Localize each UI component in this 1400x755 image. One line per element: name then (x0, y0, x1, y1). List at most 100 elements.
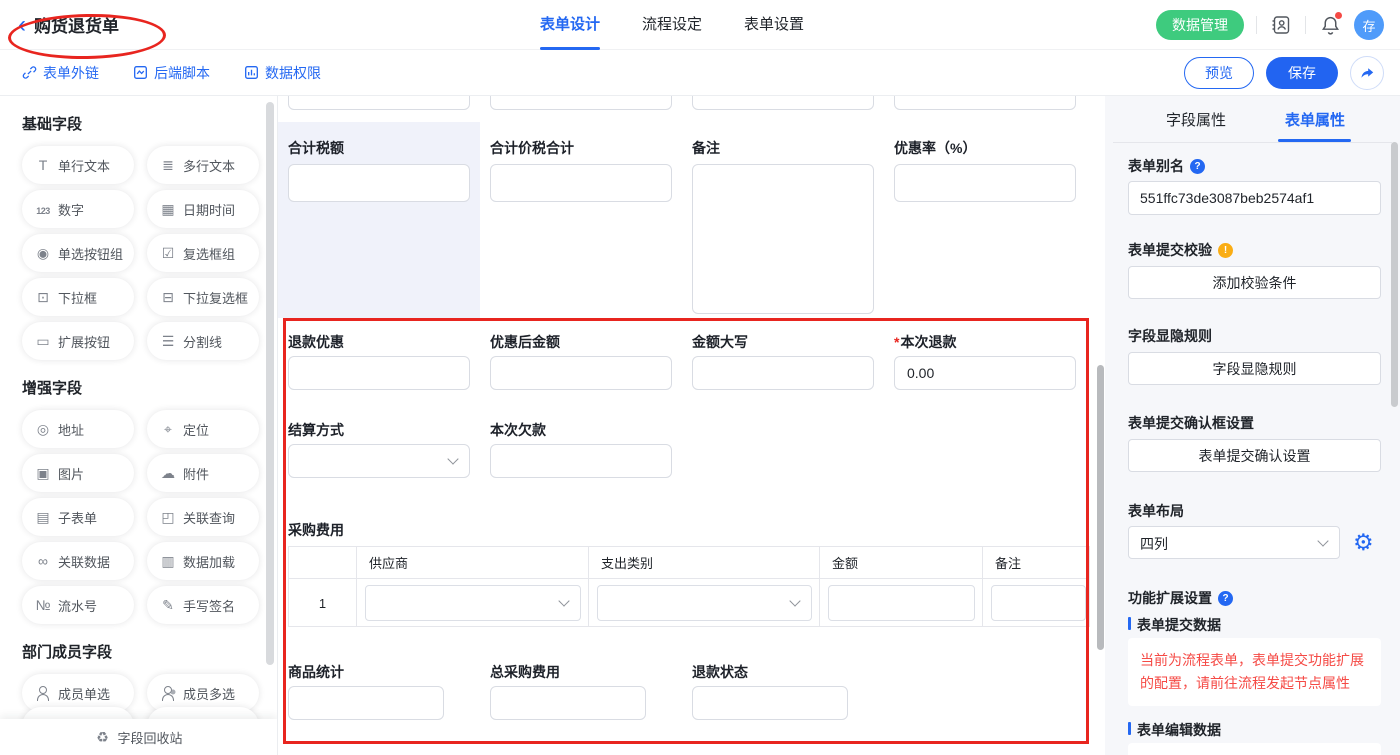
bell-icon[interactable] (1318, 13, 1342, 37)
gear-icon[interactable]: ⚙ (1353, 531, 1374, 554)
field-label-amount-after-discount: 优惠后金额 (490, 332, 560, 352)
canvas-scrollbar[interactable] (1097, 365, 1104, 650)
chevron-down-icon (1317, 535, 1328, 546)
sidebar-item-extend-button[interactable]: 扩展按钮 (22, 322, 134, 360)
select-expense-type[interactable] (597, 585, 812, 621)
extension-settings-label: 功能扩展设置 ? (1128, 588, 1233, 608)
sidebar-item-signature[interactable]: 手写签名 (147, 586, 259, 624)
sidebar-item-number[interactable]: 数字 (22, 190, 134, 228)
subtable-header-remark: 备注 (983, 547, 1089, 579)
section-title-basic: 基础字段 (22, 113, 257, 134)
field-recycle-bin[interactable]: 字段回收站 (0, 719, 277, 755)
submit-confirm-label: 表单提交确认框设置 (1128, 413, 1254, 433)
sidebar-item-linked-data[interactable]: 关联数据 (22, 542, 134, 580)
panel-scrollbar[interactable] (1391, 142, 1398, 407)
data-permission-link[interactable]: 数据权限 (244, 63, 321, 83)
subtable-row-index: 1 (289, 579, 357, 627)
input-total-tax[interactable] (288, 164, 470, 202)
member-single-icon (35, 685, 51, 701)
signature-icon (160, 598, 176, 612)
section-title-member: 部门成员字段 (22, 641, 257, 662)
tab-form-setting[interactable]: 表单设置 (744, 0, 804, 50)
sidebar-item-data-load[interactable]: 数据加载 (147, 542, 259, 580)
input-total-purchase-cost[interactable] (490, 686, 646, 720)
chevron-down-icon (447, 453, 458, 464)
tab-form-design[interactable]: 表单设计 (540, 0, 600, 50)
sidebar-item-datetime[interactable]: 日期时间 (147, 190, 259, 228)
field-label-settlement-method: 结算方式 (288, 420, 344, 440)
clipped-input[interactable] (490, 96, 672, 110)
contact-book-icon[interactable] (1269, 13, 1293, 37)
tab-flow-setting[interactable]: 流程设定 (642, 0, 702, 50)
input-total-with-tax[interactable] (490, 164, 672, 202)
field-visibility-button[interactable]: 字段显隐规则 (1128, 352, 1381, 385)
save-button[interactable]: 保存 (1266, 57, 1338, 89)
sidebar-scrollbar[interactable] (266, 102, 274, 665)
sidebar-item-serial-number[interactable]: 流水号 (22, 586, 134, 624)
recycle-icon (94, 730, 110, 744)
subtable-cell-remark (983, 579, 1089, 627)
field-label-product-stats: 商品统计 (288, 662, 344, 682)
dropdown-icon (35, 290, 51, 304)
input-current-debt[interactable] (490, 444, 672, 478)
back-button[interactable]: ‹ (18, 15, 26, 35)
input-amount[interactable] (828, 585, 975, 621)
question-circle-icon[interactable]: ? (1218, 591, 1233, 606)
sidebar-item-lookup[interactable]: 关联查询 (147, 498, 259, 536)
sidebar-item-multi-dropdown[interactable]: 下拉复选框 (147, 278, 259, 316)
checkbox-icon (160, 246, 176, 260)
textarea-remark[interactable] (692, 164, 874, 314)
select-supplier[interactable] (365, 585, 581, 621)
tab-form-properties[interactable]: 表单属性 (1285, 109, 1345, 130)
data-manage-button[interactable]: 数据管理 (1156, 10, 1244, 40)
input-amount-in-words[interactable] (692, 356, 874, 390)
form-external-link[interactable]: 表单外链 (22, 63, 99, 83)
form-canvas[interactable]: 合计税额 合计价税合计 备注 优惠率（%） 退款优惠 优惠后金额 金额大写 *本… (278, 96, 1105, 755)
sidebar-item-location[interactable]: 定位 (147, 410, 259, 448)
sidebar-item-radio-group[interactable]: 单选按钮组 (22, 234, 134, 272)
form-toolbar: 表单外链 后端脚本 数据权限 预览 保存 (0, 50, 1400, 96)
sidebar-item-divider[interactable]: 分割线 (147, 322, 259, 360)
question-circle-icon[interactable]: ? (1190, 159, 1205, 174)
share-button[interactable] (1350, 56, 1384, 90)
form-layout-select[interactable]: 四列 (1128, 526, 1340, 559)
sidebar-item-subform[interactable]: 子表单 (22, 498, 134, 536)
input-refund-status[interactable] (692, 686, 848, 720)
input-remark[interactable] (991, 585, 1086, 621)
sidebar-item-attachment[interactable]: 附件 (147, 454, 259, 492)
avatar[interactable]: 存 (1354, 10, 1384, 40)
field-label-current-refund: *本次退款 (894, 332, 956, 352)
edit-data-card (1128, 743, 1381, 755)
form-alias-input[interactable]: 551ffc73de3087beb2574af1 (1128, 181, 1381, 215)
sidebar-item-multi-line-text[interactable]: 多行文本 (147, 146, 259, 184)
clipped-input[interactable] (894, 96, 1076, 110)
submit-confirm-button[interactable]: 表单提交确认设置 (1128, 439, 1381, 472)
text-icon (35, 158, 51, 172)
panel-divider (1113, 142, 1392, 143)
select-settlement-method[interactable] (288, 444, 470, 478)
clipped-input[interactable] (288, 96, 470, 110)
input-current-refund[interactable]: 0.00 (894, 356, 1076, 390)
sidebar-item-address[interactable]: 地址 (22, 410, 134, 448)
input-refund-discount[interactable] (288, 356, 470, 390)
tab-field-properties[interactable]: 字段属性 (1166, 109, 1226, 130)
input-product-stats[interactable] (288, 686, 444, 720)
preview-button[interactable]: 预览 (1184, 57, 1254, 89)
app-header: ‹ 购货退货单 表单设计 流程设定 表单设置 数据管理 存 (0, 0, 1400, 50)
clipped-input[interactable] (692, 96, 874, 110)
sidebar-item-image[interactable]: 图片 (22, 454, 134, 492)
input-amount-after-discount[interactable] (490, 356, 672, 390)
divider (1305, 16, 1306, 34)
subtable-cell-expense-type (589, 579, 820, 627)
sidebar-item-checkbox-group[interactable]: 复选框组 (147, 234, 259, 272)
add-validation-button[interactable]: 添加校验条件 (1128, 266, 1381, 299)
field-label-refund-status: 退款状态 (692, 662, 748, 682)
subtable-cell-amount (820, 579, 983, 627)
warning-circle-icon[interactable]: ! (1218, 243, 1233, 258)
field-label-amount-in-words: 金额大写 (692, 332, 748, 352)
input-discount-rate[interactable] (894, 164, 1076, 202)
sidebar-item-single-line-text[interactable]: 单行文本 (22, 146, 134, 184)
backend-script-link[interactable]: 后端脚本 (133, 63, 210, 83)
multi-dropdown-icon (160, 290, 176, 304)
sidebar-item-dropdown[interactable]: 下拉框 (22, 278, 134, 316)
